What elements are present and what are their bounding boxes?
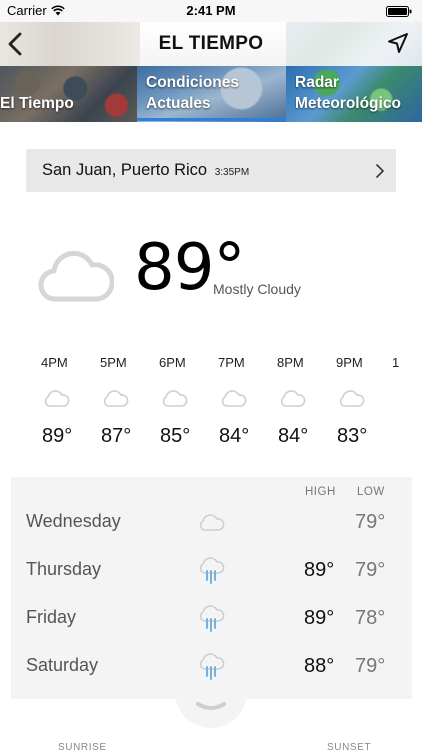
hour-temp: 84° — [278, 425, 309, 447]
hour-time: 5PM — [100, 355, 127, 370]
tab-radar-meteorologico[interactable]: Radar Meteorológico — [286, 66, 422, 122]
tab-label-line2: Meteorológico — [295, 95, 401, 112]
chevron-right-icon — [376, 164, 384, 178]
location-selector[interactable]: San Juan, Puerto Rico 3:35PM — [26, 149, 396, 192]
day-name: Wednesday — [26, 511, 121, 531]
location-time: 3:35PM — [214, 167, 250, 178]
daily-forecast: HIGH LOW Wednesday 79° Thursday 89° 79° … — [11, 477, 412, 699]
nav-bar: EL TIEMPO — [0, 22, 422, 66]
hourly-item: 5PM 87° — [100, 355, 150, 447]
day-high: 89° — [304, 607, 335, 629]
day-low: 79° — [355, 511, 386, 533]
day-name: Saturday — [26, 655, 99, 675]
location-arrow-icon[interactable] — [387, 32, 409, 54]
tab-label-line1: Radar — [295, 74, 339, 91]
active-tab-indicator — [137, 118, 286, 121]
hour-time: 9PM — [336, 355, 363, 370]
tab-condiciones-actuales[interactable]: Condiciones Actuales — [137, 66, 286, 122]
hour-time: 6PM — [159, 355, 186, 370]
expand-forecast-button[interactable] — [175, 690, 247, 728]
day-row: Saturday 88° 79° — [11, 643, 412, 691]
low-column-header: LOW — [357, 486, 385, 498]
page-title: EL TIEMPO — [158, 33, 264, 54]
hourly-item: 8PM 84° — [277, 355, 327, 447]
hour-time: 8PM — [277, 355, 304, 370]
cloud-icon — [199, 514, 225, 531]
day-low: 79° — [355, 559, 386, 581]
day-row: Thursday 89° 79° — [11, 547, 412, 595]
cloud-icon — [162, 390, 188, 407]
hourly-item: 9PM 83° — [336, 355, 386, 447]
chevron-down-icon — [196, 702, 226, 710]
hourly-item: 4PM 89° — [41, 355, 91, 447]
hour-temp: 87° — [101, 425, 132, 447]
day-high: 89° — [304, 559, 335, 581]
sunrise-label: SUNRISE — [58, 742, 107, 750]
cloud-icon — [44, 390, 70, 407]
hour-time: 7PM — [218, 355, 245, 370]
sunset-label: SUNSET — [327, 742, 372, 750]
status-time: 2:41 PM — [186, 3, 236, 18]
hour-temp: 83° — [337, 425, 368, 447]
tab-el-tiempo[interactable]: El Tiempo — [0, 66, 137, 122]
cloud-icon — [221, 390, 247, 407]
cloud-icon — [103, 390, 129, 407]
hourly-item: 1 — [392, 355, 422, 370]
rain-cloud-icon — [199, 653, 225, 680]
hourly-item: 7PM 84° — [218, 355, 268, 447]
hour-time: 4PM — [41, 355, 68, 370]
tab-label-line2: Actuales — [146, 95, 211, 112]
status-bar: Carrier 2:41 PM — [0, 0, 422, 22]
day-row: Wednesday 79° — [11, 499, 412, 547]
day-row: Friday 89° 78° — [11, 595, 412, 643]
hourly-forecast: 4PM 89° 5PM 87° 6PM 85° 7PM 84° 8PM 84° … — [0, 355, 422, 455]
current-condition: Mostly Cloudy — [213, 281, 301, 297]
hour-temp: 84° — [219, 425, 250, 447]
tab-label-line1: Condiciones — [146, 74, 240, 91]
hour-temp: 85° — [160, 425, 191, 447]
location-name: San Juan, Puerto Rico — [42, 161, 208, 179]
battery-icon — [386, 6, 412, 17]
cloud-icon — [280, 390, 306, 407]
day-high: 88° — [304, 655, 335, 677]
section-tabs: El Tiempo Condiciones Actuales Radar Met… — [0, 66, 422, 122]
hourly-item: 6PM 85° — [159, 355, 209, 447]
high-column-header: HIGH — [305, 486, 336, 498]
cloud-icon — [339, 390, 365, 407]
day-low: 79° — [355, 655, 386, 677]
cloud-icon — [38, 250, 114, 302]
hour-time: 1 — [392, 355, 400, 370]
day-name: Friday — [26, 607, 77, 627]
hour-temp: 89° — [42, 425, 73, 447]
tab-label-line2: El Tiempo — [0, 95, 74, 112]
day-low: 78° — [355, 607, 386, 629]
rain-cloud-icon — [199, 557, 225, 584]
day-name: Thursday — [26, 559, 102, 579]
rain-cloud-icon — [199, 605, 225, 632]
